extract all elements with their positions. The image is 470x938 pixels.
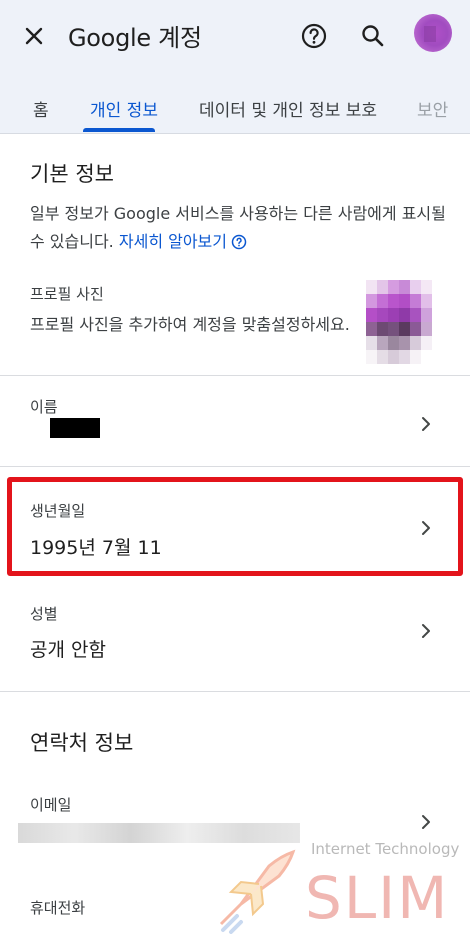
divider <box>0 466 470 467</box>
tab-personal-info[interactable]: 개인 정보 <box>90 96 158 121</box>
close-icon[interactable] <box>20 22 48 50</box>
tab-home[interactable]: 홈 <box>33 96 49 121</box>
name-value-redacted <box>50 418 100 438</box>
account-avatar[interactable] <box>414 14 452 52</box>
chevron-right-icon <box>422 815 430 829</box>
chevron-right-icon <box>422 417 430 431</box>
help-circle-icon[interactable] <box>231 234 247 250</box>
contact-info-title: 연락처 정보 <box>30 731 134 755</box>
section-divider <box>0 691 470 692</box>
profile-photo-label: 프로필 사진 <box>30 285 104 303</box>
gender-label: 성별 <box>30 605 58 623</box>
basic-info-title: 기본 정보 <box>30 162 114 186</box>
learn-more-link[interactable]: 자세히 알아보기 <box>119 232 227 251</box>
search-icon[interactable] <box>357 20 389 52</box>
profile-photo[interactable] <box>366 280 432 364</box>
gender-value: 공개 안함 <box>30 639 106 661</box>
tab-security[interactable]: 보안 <box>417 96 448 121</box>
highlight-annotation-box <box>7 477 463 576</box>
help-icon[interactable] <box>298 20 330 52</box>
name-label: 이름 <box>30 398 58 416</box>
tab-bar: 홈 개인 정보 데이터 및 개인 정보 보호 보안 <box>0 72 470 134</box>
phone-label: 휴대전화 <box>30 899 86 917</box>
basic-info-description: 일부 정보가 Google 서비스를 사용하는 다른 사람에게 표시될 수 있습… <box>30 200 450 256</box>
tab-data-privacy[interactable]: 데이터 및 개인 정보 보호 <box>199 96 377 121</box>
chevron-right-icon <box>422 624 430 638</box>
top-app-bar: Google 계정 <box>0 0 470 72</box>
email-label: 이메일 <box>30 796 72 814</box>
app-title: Google 계정 <box>68 24 202 52</box>
active-tab-indicator <box>83 128 155 132</box>
email-value-redacted <box>18 823 300 843</box>
profile-photo-description: 프로필 사진을 추가하여 계정을 맞춤설정하세요. <box>30 315 350 334</box>
